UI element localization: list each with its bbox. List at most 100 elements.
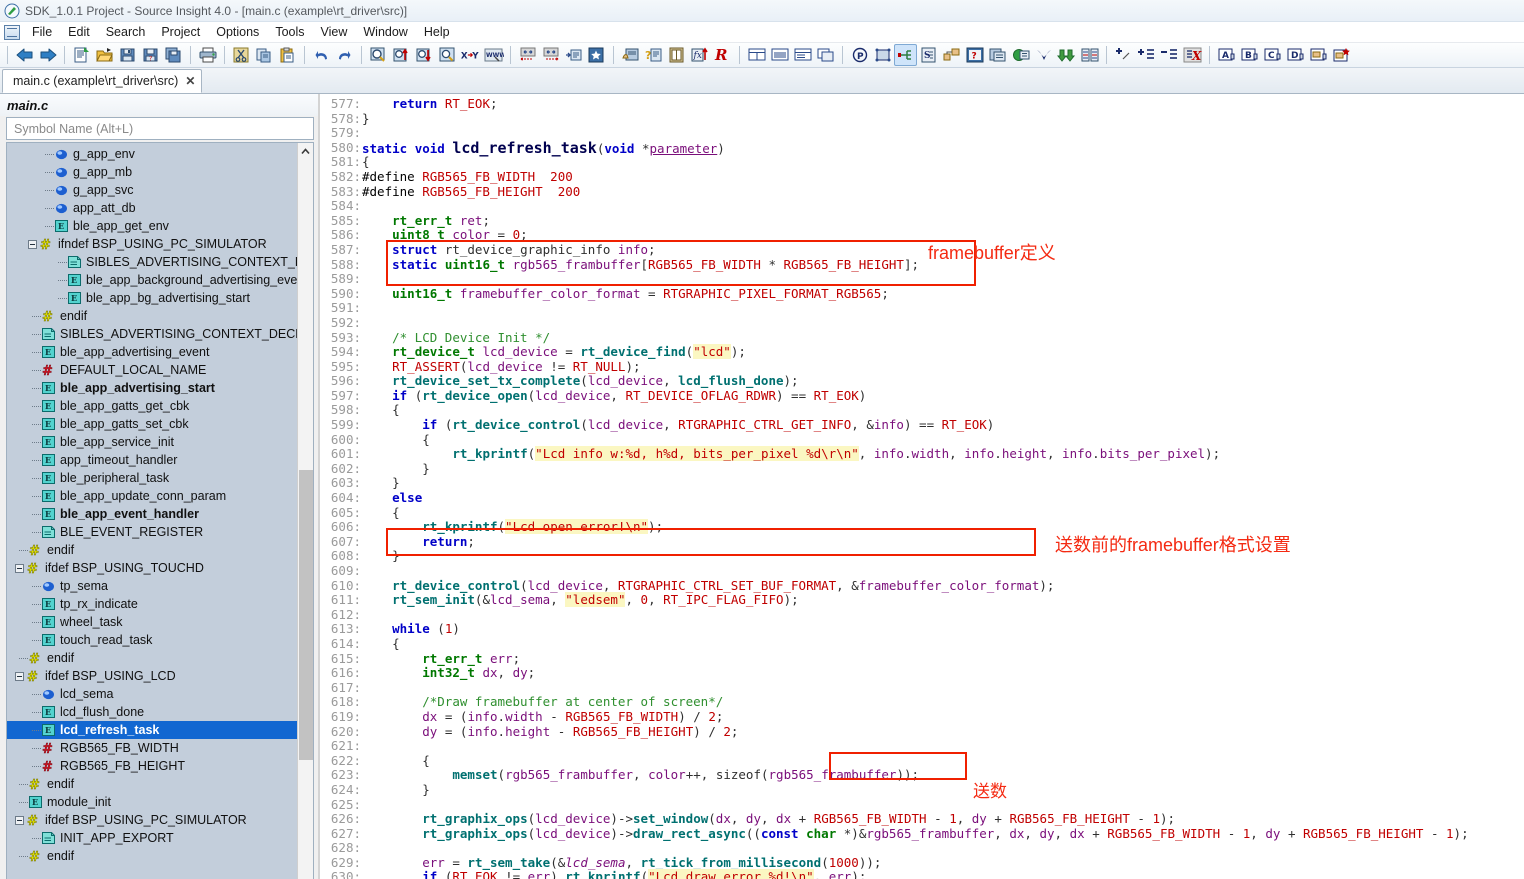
tree-item-ifdef-bsp-using-touchd[interactable]: # ifdef BSP_USING_TOUCHD <box>7 559 297 577</box>
horizontal-tile-icon[interactable] <box>745 44 768 66</box>
code-line[interactable]: 597 if (rt_device_open(lcd_device, RT_DE… <box>320 388 1524 404</box>
relation-window-icon[interactable]: R <box>711 44 734 66</box>
tree-item-ble-app-event-handler[interactable]: Eble_app_event_handler <box>7 505 297 523</box>
line-text[interactable]: while (1) <box>362 622 1524 637</box>
code-line[interactable]: 612 <box>320 607 1524 623</box>
tree-item-ble-app-get-env[interactable]: Eble_app_get_env <box>7 217 297 235</box>
code-line[interactable]: 585 rt_err_t ret; <box>320 213 1524 229</box>
code-line[interactable]: 606 rt_kprintf("Lcd open error!\n"); <box>320 519 1524 535</box>
search-forward-icon[interactable] <box>413 44 436 66</box>
code-line[interactable]: 622 { <box>320 753 1524 769</box>
code-line[interactable]: 586 uint8_t color = 0; <box>320 228 1524 243</box>
code-line[interactable]: 615 rt_err_t err; <box>320 651 1524 667</box>
tree-item-ble-app-gatts-set-cbk[interactable]: Eble_app_gatts_set_cbk <box>7 415 297 433</box>
project-icon[interactable] <box>871 44 894 66</box>
code-line[interactable]: 611 rt_sem_init(&lcd_sema, "ledsem", 0, … <box>320 592 1524 608</box>
line-text[interactable]: /* LCD Device Init */ <box>362 330 1524 346</box>
indent-icon[interactable] <box>562 44 585 66</box>
line-text[interactable]: uint16_t framebuffer_color_format = RTGR… <box>362 286 1524 302</box>
bookmark-d-icon[interactable]: D <box>1284 44 1307 66</box>
code-line[interactable]: 627 rt_graphix_ops(lcd_device)->draw_rec… <box>320 826 1524 842</box>
tree-expander-icon[interactable] <box>28 239 37 249</box>
line-text[interactable]: { <box>362 753 1524 769</box>
menu-search[interactable]: Search <box>98 23 154 41</box>
browse-icon[interactable] <box>1009 44 1032 66</box>
symbol-tree[interactable]: g_app_env g_app_mb g_app_svc app_att_db Eble… <box>7 143 297 879</box>
line-text[interactable]: { <box>362 636 1524 652</box>
remove-icon[interactable] <box>1158 44 1181 66</box>
code-line[interactable]: 624 } <box>320 782 1524 798</box>
add-remove-icon[interactable] <box>1112 44 1135 66</box>
code-line[interactable]: 617 <box>320 680 1524 696</box>
menu-options[interactable]: Options <box>208 23 267 41</box>
search-web-icon[interactable]: WWW <box>482 44 505 66</box>
code-line[interactable]: 618 /*Draw framebuffer at center of scre… <box>320 695 1524 710</box>
context-window-icon[interactable] <box>619 44 642 66</box>
tree-item-g-app-env[interactable]: g_app_env <box>7 145 297 163</box>
menu-tools[interactable]: Tools <box>267 23 312 41</box>
code-line[interactable]: 600 { <box>320 432 1524 448</box>
line-text[interactable]: static void lcd_refresh_task(void *param… <box>362 140 1524 157</box>
code-line[interactable]: 613 while (1) <box>320 622 1524 637</box>
collapse-icon[interactable] <box>894 44 917 66</box>
bookmark-c-icon[interactable]: C <box>1261 44 1284 66</box>
code-line[interactable]: 629 err = rt_sem_take(&lcd_sema, rt_tick… <box>320 855 1524 871</box>
replace-icon[interactable]: XY <box>459 44 482 66</box>
code-line[interactable]: 592 <box>320 315 1524 331</box>
code-line[interactable]: 591 <box>320 301 1524 316</box>
save-file-icon[interactable] <box>116 44 139 66</box>
code-line[interactable]: 609 <box>320 563 1524 579</box>
code-line[interactable]: 593 /* LCD Device Init */ <box>320 330 1524 346</box>
code-line[interactable]: 599 if (rt_device_control(lcd_device, RT… <box>320 417 1524 433</box>
code-editor-pane[interactable]: 577 return RT_EOK;578}579580static void … <box>320 94 1524 879</box>
close-icon[interactable]: ✕ <box>185 74 195 88</box>
copy-icon[interactable] <box>253 44 276 66</box>
code-line[interactable]: 626 rt_graphix_ops(lcd_device)->set_wind… <box>320 811 1524 827</box>
add-icon[interactable] <box>1135 44 1158 66</box>
tree-item-ifndef-bsp-using-pc-simulator[interactable]: # ifndef BSP_USING_PC_SIMULATOR <box>7 235 297 253</box>
line-text[interactable]: rt_device_t lcd_device = rt_device_find(… <box>362 344 1524 360</box>
tree-item-module-init[interactable]: Emodule_init <box>7 793 297 811</box>
line-text[interactable]: { <box>362 432 1524 448</box>
line-text[interactable]: } <box>362 111 1524 127</box>
line-text[interactable]: rt_graphix_ops(lcd_device)->draw_rect_as… <box>362 826 1524 842</box>
tree-item-ble-app-background-advertising-event[interactable]: Eble_app_background_advertising_event <box>7 271 297 289</box>
tree-item-endif[interactable]: # endif <box>7 847 297 865</box>
tree-item-endif[interactable]: # endif <box>7 775 297 793</box>
code-line[interactable]: 596 rt_device_set_tx_complete(lcd_device… <box>320 373 1524 389</box>
symbol-search-box[interactable] <box>6 117 314 140</box>
tree-item-ble-app-gatts-get-cbk[interactable]: Eble_app_gatts_get_cbk <box>7 397 297 415</box>
code-line[interactable]: 578} <box>320 111 1524 127</box>
sync-icon[interactable] <box>1055 44 1078 66</box>
line-text[interactable]: rt_kprintf("Lcd info w:%d, h%d, bits_per… <box>362 446 1524 462</box>
line-text[interactable]: rt_err_t ret; <box>362 213 1524 229</box>
tree-item-ifdef-bsp-using-lcd[interactable]: # ifdef BSP_USING_LCD <box>7 667 297 685</box>
code-line[interactable]: 608 } <box>320 549 1524 564</box>
tree-expander-icon[interactable] <box>15 563 24 573</box>
tree-item-ble-app-advertising-event[interactable]: Eble_app_advertising_event <box>7 343 297 361</box>
line-text[interactable]: } <box>362 782 1524 798</box>
function-icon[interactable]: fx <box>688 44 711 66</box>
code-line[interactable]: 594 rt_device_t lcd_device = rt_device_f… <box>320 344 1524 360</box>
code-line[interactable]: 584 <box>320 199 1524 214</box>
print-icon[interactable] <box>196 44 219 66</box>
code-line[interactable]: 581{ <box>320 155 1524 170</box>
line-text[interactable]: rt_kprintf("Lcd open error!\n"); <box>362 519 1524 535</box>
tree-item-rgb565-fb-height[interactable]: # RGB565_FB_HEIGHT <box>7 757 297 775</box>
tree-item-g-app-mb[interactable]: g_app_mb <box>7 163 297 181</box>
new-file-icon[interactable] <box>70 44 93 66</box>
scrollbar-thumb[interactable] <box>298 470 313 760</box>
line-text[interactable]: { <box>362 505 1524 521</box>
line-text[interactable]: } <box>362 476 1524 491</box>
line-text[interactable]: #define RGB565_FB_HEIGHT 200 <box>362 184 1524 200</box>
code-line[interactable]: 630 if (RT_EOK != err) rt_kprintf("Lcd d… <box>320 869 1524 879</box>
code-line[interactable]: 610 rt_device_control(lcd_device, RTGRAP… <box>320 578 1524 594</box>
line-text[interactable]: } <box>362 461 1524 477</box>
menu-edit[interactable]: Edit <box>60 23 98 41</box>
tree-item-sibles-advertising-context-decla[interactable]: SIBLES_ADVERTISING_CONTEXT_DECLA <box>7 253 297 271</box>
bookmark-icon[interactable] <box>585 44 608 66</box>
paste-icon[interactable] <box>276 44 299 66</box>
code-line[interactable]: 620 dy = (info.height - RGB565_FB_HEIGHT… <box>320 724 1524 740</box>
bookmark-b-icon[interactable]: B <box>1238 44 1261 66</box>
line-text[interactable]: rt_err_t err; <box>362 651 1524 667</box>
